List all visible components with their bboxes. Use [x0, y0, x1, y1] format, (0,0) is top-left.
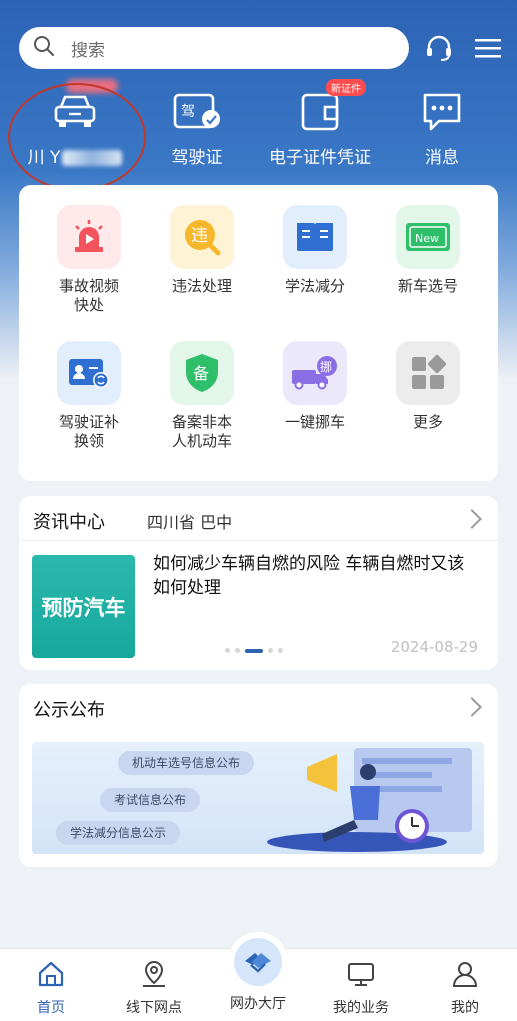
tab-label: 我的 — [451, 1000, 479, 1016]
search-bar[interactable]: 搜索 — [19, 27, 409, 69]
quick-link-license[interactable]: 驾 驾驶证 — [132, 85, 262, 168]
service-study-points[interactable]: 学法减分 — [260, 205, 370, 296]
tab-label: 线下网点 — [126, 1000, 182, 1016]
new-cert-badge: 新证件 — [326, 79, 366, 96]
service-label: 更多 — [412, 413, 443, 431]
tab-label: 我的业务 — [333, 1000, 389, 1016]
hall-icon — [234, 938, 282, 986]
more-icon — [396, 341, 460, 405]
quick-link-label: 驾驶证 — [171, 148, 223, 168]
divider — [19, 540, 498, 541]
service-label: 一键挪车 — [284, 413, 345, 431]
notice-pill[interactable]: 学法减分信息公示 — [56, 821, 181, 845]
carousel-dot — [278, 648, 283, 653]
news-thumbnail[interactable]: 预防汽车 — [32, 555, 135, 658]
news-section-title: 资讯中心 — [33, 512, 105, 533]
shield-icon: 备 — [170, 341, 234, 405]
service-label: 备案非本 人机动车 — [171, 413, 232, 450]
quick-link-label: 电子证件凭证 — [269, 148, 371, 168]
svg-text:驾: 驾 — [181, 104, 195, 120]
headset-icon[interactable] — [421, 30, 457, 66]
notice-section-title: 公示公布 — [33, 700, 105, 721]
license-icon: 驾 — [169, 85, 225, 137]
service-accident-video[interactable]: 事故视频 快处 — [34, 205, 144, 315]
news-location[interactable]: 四川省 巴中 — [147, 509, 232, 533]
quick-link-label: 消息 — [425, 148, 459, 168]
new-plate-icon-text: New — [415, 232, 439, 245]
menu-icon[interactable] — [470, 30, 506, 66]
service-new-plate[interactable]: New 新车选号 — [373, 205, 483, 296]
service-label: 学法减分 — [284, 277, 345, 295]
services-card: 事故视频 快处 违 违法处理 学法减分 New 新车选号 驾驶证补 换领 备 备… — [19, 185, 498, 481]
service-license-renew[interactable]: 驾驶证补 换领 — [34, 341, 144, 451]
news-headline[interactable]: 如何减少车辆自燃的风险 车辆自燃时又该如何处理 — [153, 552, 473, 600]
service-label: 事故视频 快处 — [58, 277, 119, 314]
new-plate-icon: New — [396, 205, 460, 269]
truck-icon: 挪 — [283, 341, 347, 405]
search-input[interactable]: 搜索 — [71, 36, 105, 61]
message-icon — [414, 85, 470, 137]
service-more[interactable]: 更多 — [373, 341, 483, 432]
book-icon — [283, 205, 347, 269]
notice-banner[interactable]: 机动车选号信息公布 考试信息公布 学法减分信息公示 — [32, 742, 484, 854]
wallet-icon: 新证件 — [292, 79, 366, 137]
news-card: 资讯中心 四川省 巴中 预防汽车 如何减少车辆自燃的风险 车辆自燃时又该如何处理… — [19, 496, 498, 670]
carousel-dot — [268, 648, 273, 653]
news-thumbnail-text: 预防汽车 — [41, 595, 126, 620]
tab-mine[interactable]: 我的 — [420, 959, 510, 1017]
location-icon — [143, 960, 165, 987]
truck-icon-text: 挪 — [320, 360, 332, 374]
notice-card: 公示公布 机动车选号信息公布 考试信息公布 学法减分信息公示 — [19, 684, 498, 867]
service-label: 驾驶证补 换领 — [58, 413, 119, 450]
user-icon — [452, 962, 478, 987]
quick-link-message[interactable]: 消息 — [377, 85, 507, 168]
shield-icon-text: 备 — [193, 364, 209, 383]
service-label: 新车选号 — [397, 277, 458, 295]
home-icon — [38, 961, 64, 987]
notice-pill[interactable]: 机动车选号信息公布 — [118, 751, 255, 775]
violation-icon: 违 — [170, 205, 234, 269]
announcement-illustration — [267, 748, 472, 852]
search-icon — [33, 35, 55, 61]
monitor-icon — [348, 963, 374, 986]
chevron-right-icon[interactable] — [462, 509, 482, 529]
news-date: 2024-08-29 — [390, 638, 478, 656]
tab-home[interactable]: 首页 — [6, 959, 96, 1017]
tab-my-business[interactable]: 我的业务 — [316, 959, 406, 1017]
carousel-dot-active — [245, 648, 263, 653]
alarm-icon — [57, 205, 121, 269]
service-label: 违法处理 — [171, 277, 232, 295]
service-register-vehicle[interactable]: 备 备案非本 人机动车 — [147, 341, 257, 451]
annotation-circle — [8, 83, 146, 191]
tab-offline-outlets[interactable]: 线下网点 — [109, 959, 199, 1017]
service-move-car[interactable]: 挪 一键挪车 — [260, 341, 370, 432]
carousel-dot — [225, 648, 230, 653]
notice-pill[interactable]: 考试信息公布 — [100, 788, 201, 812]
id-card-icon — [57, 341, 121, 405]
violation-icon-text: 违 — [191, 226, 208, 246]
tab-label: 网办大厅 — [230, 996, 286, 1012]
online-hall-button[interactable] — [228, 932, 288, 992]
carousel-dot — [235, 648, 240, 653]
tab-label: 首页 — [37, 1000, 65, 1016]
service-violation[interactable]: 违 违法处理 — [147, 205, 257, 296]
carousel-indicator — [225, 648, 283, 653]
quick-link-e-cert[interactable]: 新证件 电子证件凭证 — [255, 79, 385, 168]
chevron-right-icon[interactable] — [462, 697, 482, 717]
